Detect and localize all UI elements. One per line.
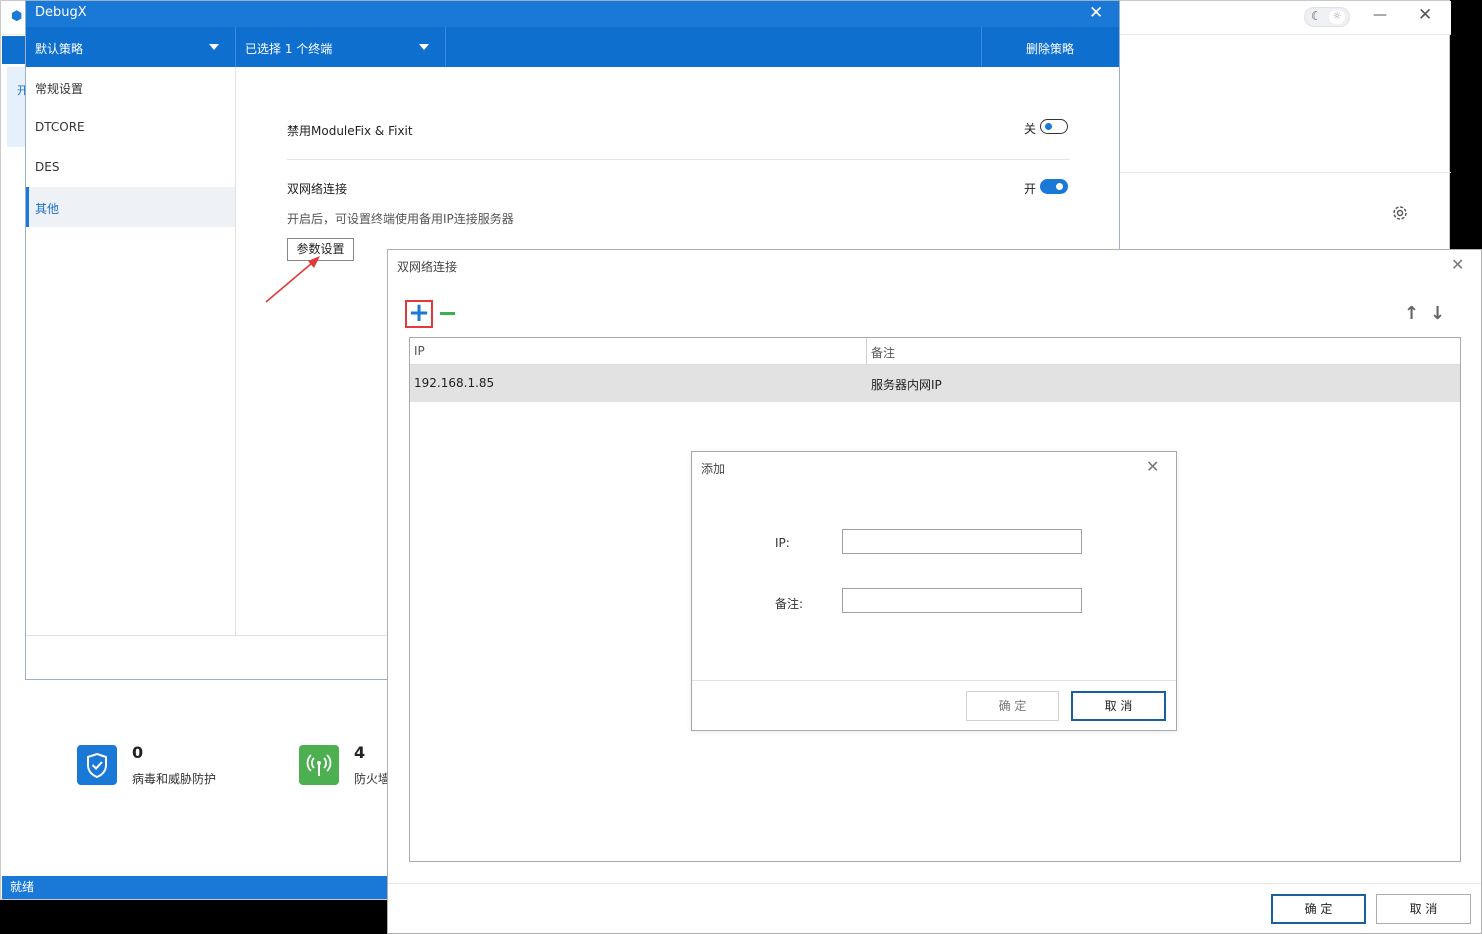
policy-select-value: 默认策略 bbox=[35, 42, 84, 56]
sidebar-item-other[interactable]: 其他 bbox=[26, 187, 235, 227]
ok-button[interactable]: 确 定 bbox=[966, 691, 1059, 721]
divider bbox=[1120, 172, 1451, 173]
divider bbox=[692, 680, 1176, 681]
shield-icon bbox=[77, 745, 117, 785]
divider bbox=[388, 883, 1481, 884]
table-row[interactable]: 192.168.1.85 服务器内网IP bbox=[410, 365, 1460, 402]
sun-icon: ☼ bbox=[1329, 10, 1345, 24]
ok-button[interactable]: 确 定 bbox=[1271, 894, 1366, 924]
column-divider[interactable] bbox=[866, 338, 867, 364]
toggle-state-text: 关 bbox=[1024, 122, 1037, 136]
column-header-note[interactable]: 备注 bbox=[871, 344, 895, 361]
terminal-select[interactable]: 已选择 1 个终端 bbox=[236, 27, 446, 67]
close-icon[interactable]: ✕ bbox=[1451, 255, 1464, 274]
setting-dual-network-label: 双网络连接 bbox=[287, 182, 348, 196]
ip-input[interactable] bbox=[842, 529, 1082, 554]
cell-ip: 192.168.1.85 bbox=[414, 376, 495, 390]
add-ip-dialog: 添加 ✕ IP: 备注: 确 定 取 消 bbox=[691, 451, 1177, 731]
window-title: DebugX bbox=[35, 5, 87, 20]
close-icon[interactable]: ✕ bbox=[1089, 3, 1103, 23]
sidebar-item-dtcore[interactable]: DTCORE bbox=[26, 107, 235, 147]
toggle-knob bbox=[1045, 123, 1052, 130]
cancel-button[interactable]: 取 消 bbox=[1376, 894, 1471, 924]
wifi-tower-icon bbox=[299, 745, 339, 785]
toggle-knob bbox=[1056, 183, 1063, 190]
ip-label: IP: bbox=[775, 536, 790, 550]
chevron-down-icon bbox=[419, 44, 429, 50]
note-input[interactable] bbox=[842, 588, 1082, 613]
delete-policy-button[interactable]: 删除策略 bbox=[981, 27, 1119, 67]
column-header-ip[interactable]: IP bbox=[414, 344, 425, 358]
close-icon[interactable]: ✕ bbox=[1418, 5, 1432, 25]
policy-select[interactable]: 默认策略 bbox=[26, 27, 236, 67]
stat-label: 病毒和威胁防护 bbox=[132, 772, 217, 786]
divider bbox=[287, 159, 1070, 160]
stat-value: 0 bbox=[132, 743, 144, 762]
app-logo-icon: ⬢ bbox=[11, 9, 23, 24]
minus-bar bbox=[440, 312, 455, 315]
moon-icon: ☾ bbox=[1311, 9, 1322, 23]
table-header: IP 备注 bbox=[410, 338, 1460, 365]
sidebar-item-general[interactable]: 常规设置 bbox=[26, 67, 235, 107]
minimize-icon[interactable]: — bbox=[1373, 7, 1387, 23]
move-down-icon[interactable]: ↓ bbox=[1430, 303, 1445, 324]
note-label: 备注: bbox=[775, 597, 804, 611]
dual-network-description: 开启后，可设置终端使用备用IP连接服务器 bbox=[287, 212, 514, 226]
status-bar: 就绪 bbox=[2, 876, 389, 899]
gear-icon[interactable] bbox=[1391, 204, 1409, 222]
setting-disable-modulefix-label: 禁用ModuleFix & Fixit bbox=[287, 124, 413, 138]
dialog-title: 添加 bbox=[701, 462, 726, 476]
dual-network-toggle[interactable] bbox=[1040, 179, 1068, 194]
close-icon[interactable]: ✕ bbox=[1146, 457, 1159, 476]
terminal-select-value: 已选择 1 个终端 bbox=[245, 42, 333, 56]
chevron-down-icon bbox=[209, 44, 219, 50]
move-up-icon[interactable]: ↑ bbox=[1404, 303, 1419, 324]
stat-label: 防火墙 bbox=[354, 772, 391, 786]
cancel-button[interactable]: 取 消 bbox=[1071, 691, 1166, 721]
cell-note: 服务器内网IP bbox=[871, 378, 942, 392]
sidebar-item-des[interactable]: DES bbox=[26, 147, 235, 187]
remove-icon[interactable] bbox=[440, 306, 456, 322]
theme-toggle[interactable]: ☾ ☼ bbox=[1304, 7, 1350, 27]
settings-sidebar: 常规设置 DTCORE DES 其他 bbox=[26, 67, 236, 635]
delete-policy-label: 删除策略 bbox=[1026, 42, 1075, 56]
debugx-toolbar: 默认策略 已选择 1 个终端 删除策略 bbox=[26, 27, 1119, 67]
stat-value: 4 bbox=[354, 743, 366, 762]
debugx-titlebar: DebugX ✕ bbox=[26, 1, 1119, 27]
toggle-state-text: 开 bbox=[1024, 182, 1037, 196]
arrow-annotation-icon bbox=[265, 256, 320, 303]
dialog-title: 双网络连接 bbox=[397, 260, 458, 274]
add-icon[interactable]: + bbox=[405, 300, 433, 328]
disable-modulefix-toggle[interactable] bbox=[1040, 119, 1068, 134]
